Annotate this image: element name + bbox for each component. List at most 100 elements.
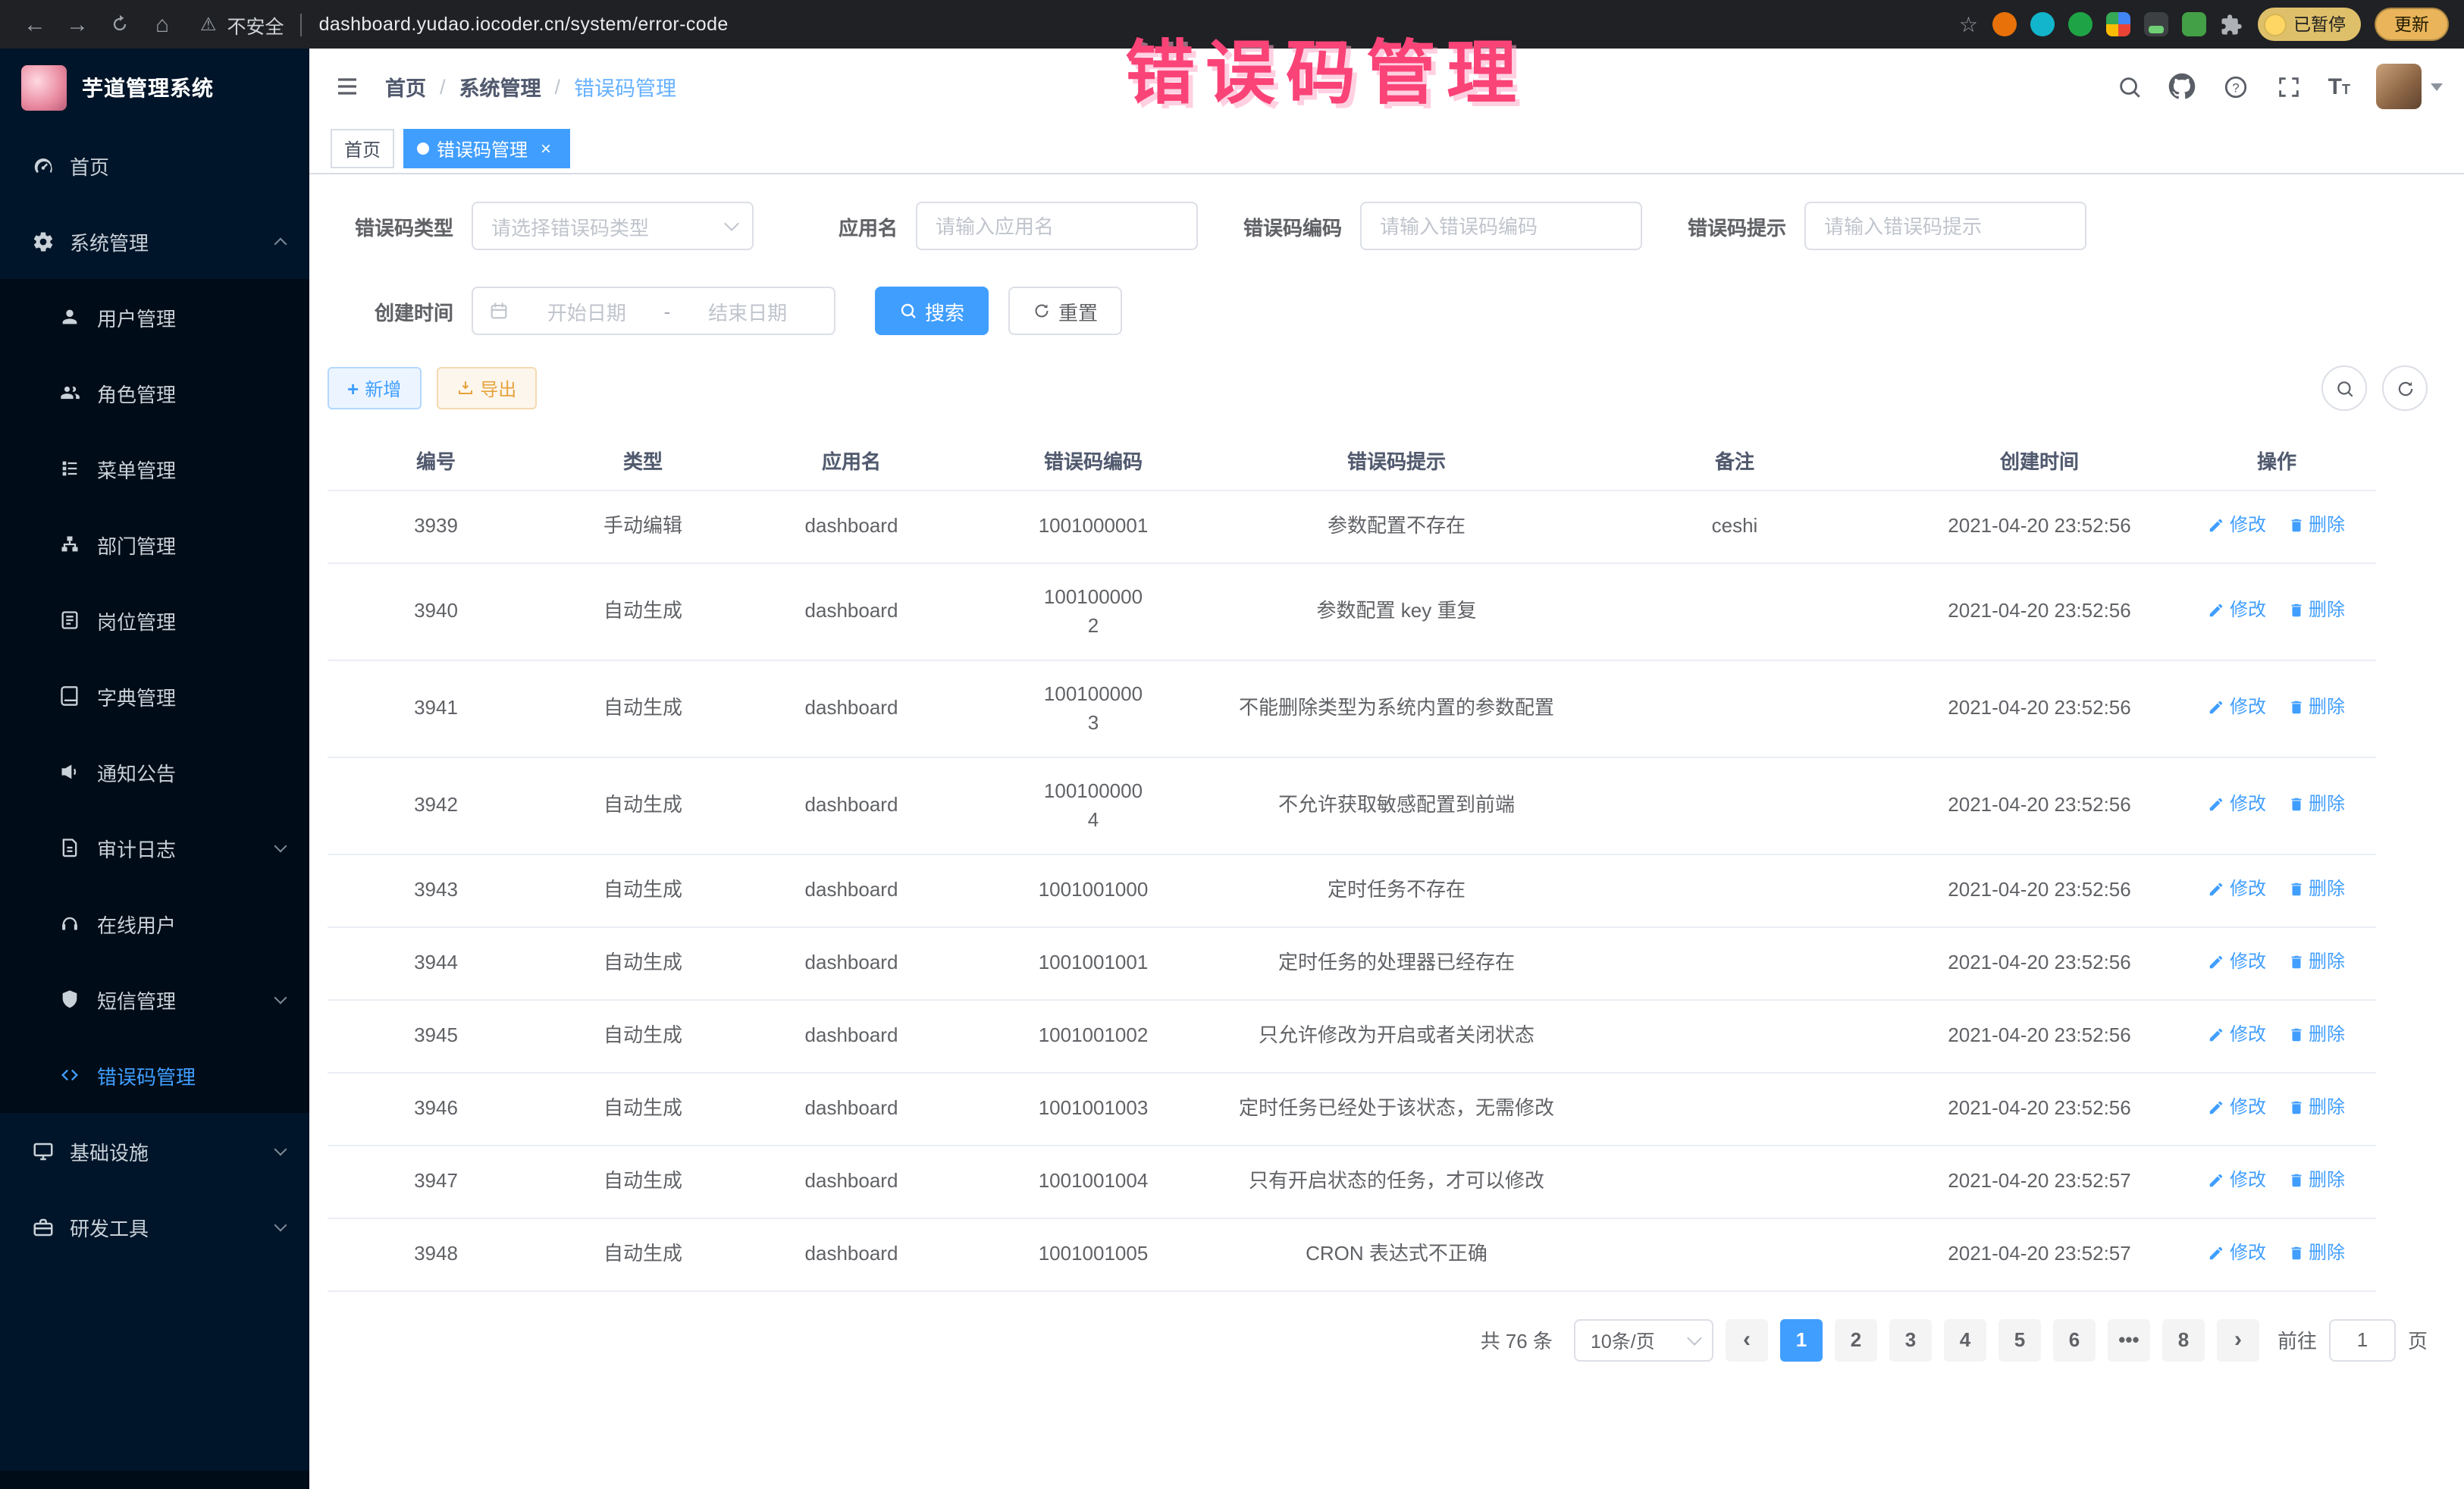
error-code-input[interactable] <box>1360 202 1642 250</box>
edit-link[interactable]: 修改 <box>2209 1093 2266 1121</box>
active-dot-icon <box>417 143 429 155</box>
sidebar-item-error-code-management[interactable]: 错误码管理 <box>0 1037 309 1113</box>
filter-code-label: 错误码编码 <box>1216 212 1342 240</box>
extension-icon[interactable] <box>2143 12 2168 36</box>
edit-link[interactable]: 修改 <box>2209 1239 2266 1266</box>
delete-link[interactable]: 删除 <box>2287 1093 2345 1121</box>
user-avatar[interactable] <box>2376 64 2422 109</box>
sidebar-item-notice[interactable]: 通知公告 <box>0 734 309 810</box>
goto-label: 前往 <box>2277 1325 2317 1354</box>
delete-link[interactable]: 删除 <box>2287 511 2345 538</box>
edit-link[interactable]: 修改 <box>2209 596 2266 623</box>
prev-page-button[interactable]: ‹ <box>1726 1318 1768 1361</box>
page-button-5[interactable]: 5 <box>1998 1318 2041 1361</box>
edit-link[interactable]: 修改 <box>2209 948 2266 975</box>
sidebar-item-infrastructure[interactable]: 基础设施 <box>0 1113 309 1189</box>
toggle-search-icon[interactable] <box>2321 365 2367 411</box>
sidebar-item-dict-management[interactable]: 字典管理 <box>0 658 309 734</box>
sidebar-item-dept-management[interactable]: 部门管理 <box>0 506 309 582</box>
browser-update-button[interactable]: 更新 <box>2375 8 2449 41</box>
sidebar-item-role-management[interactable]: 角色管理 <box>0 355 309 431</box>
delete-link[interactable]: 删除 <box>2287 1020 2345 1048</box>
edit-link[interactable]: 修改 <box>2209 511 2266 538</box>
extensions-puzzle-icon[interactable] <box>2219 12 2243 36</box>
close-icon[interactable]: × <box>535 138 556 159</box>
back-icon[interactable]: ← <box>15 5 55 44</box>
help-icon[interactable]: ? <box>2222 73 2249 100</box>
delete-link[interactable]: 删除 <box>2287 693 2345 720</box>
delete-link[interactable]: 删除 <box>2287 596 2345 623</box>
extension-icon[interactable] <box>2030 12 2054 36</box>
page-button-6[interactable]: 6 <box>2053 1318 2096 1361</box>
user-menu[interactable] <box>2376 64 2443 109</box>
delete-link[interactable]: 删除 <box>2287 1166 2345 1193</box>
table-row: 3947 自动生成 dashboard 1001001004 只有开启状态的任务… <box>328 1145 2376 1218</box>
url-text: dashboard.yudao.iocoder.cn/system/error-… <box>319 14 729 35</box>
chevron-down-icon <box>274 1143 287 1155</box>
extension-icon[interactable] <box>2105 12 2130 36</box>
page-button-2[interactable]: 2 <box>1835 1318 1877 1361</box>
address-bar[interactable]: ⚠ 不安全 dashboard.yudao.iocoder.cn/system/… <box>200 10 729 39</box>
page-button-8[interactable]: 8 <box>2162 1318 2205 1361</box>
page-button-4[interactable]: 4 <box>1944 1318 1986 1361</box>
home-icon[interactable]: ⌂ <box>143 5 182 44</box>
add-button[interactable]: + 新增 <box>328 367 421 409</box>
dashboard-icon <box>30 154 55 177</box>
table-row: 3946 自动生成 dashboard 1001001003 定时任务已经处于该… <box>328 1072 2376 1145</box>
export-button[interactable]: 导出 <box>436 367 536 409</box>
extension-icon[interactable] <box>1992 12 2016 36</box>
goto-page-input[interactable] <box>2329 1318 2396 1361</box>
sidebar-item-home[interactable]: 首页 <box>0 127 309 203</box>
delete-link[interactable]: 删除 <box>2287 948 2345 975</box>
tags-view: 首页 错误码管理 × <box>309 124 2464 174</box>
search-button[interactable]: 搜索 <box>875 287 989 335</box>
monitor-icon <box>30 1139 55 1162</box>
edit-link[interactable]: 修改 <box>2209 875 2266 902</box>
sidebar-item-menu-management[interactable]: 菜单管理 <box>0 431 309 506</box>
bookmark-star-icon[interactable]: ☆ <box>1959 11 1978 37</box>
table-header-row: 编号 类型 应用名 错误码编码 错误码提示 备注 创建时间 操作 <box>328 432 2376 490</box>
reset-button[interactable]: 重置 <box>1008 287 1122 335</box>
forward-icon[interactable]: → <box>58 5 97 44</box>
sidebar-item-sms-management[interactable]: 短信管理 <box>0 961 309 1037</box>
table-row: 3939 手动编辑 dashboard 1001000001 参数配置不存在 c… <box>328 490 2376 563</box>
sidebar-item-system-management[interactable]: 系统管理 <box>0 203 309 279</box>
breadcrumb-separator: / <box>555 75 561 98</box>
date-range-picker[interactable]: 开始日期 - 结束日期 <box>472 287 835 335</box>
profile-paused-chip[interactable]: 已暂停 <box>2257 8 2361 41</box>
github-icon[interactable] <box>2169 73 2196 100</box>
tag-error-code[interactable]: 错误码管理 × <box>403 129 570 168</box>
app-name-input[interactable] <box>916 202 1198 250</box>
breadcrumb-system[interactable]: 系统管理 <box>459 71 541 102</box>
error-hint-input[interactable] <box>1804 202 2086 250</box>
page-button-1[interactable]: 1 <box>1780 1318 1823 1361</box>
error-type-select[interactable]: 请选择错误码类型 <box>472 202 754 250</box>
hamburger-icon[interactable] <box>309 49 385 124</box>
fullscreen-icon[interactable] <box>2275 73 2303 100</box>
tag-home[interactable]: 首页 <box>331 129 394 168</box>
sidebar-item-dev-tools[interactable]: 研发工具 <box>0 1189 309 1265</box>
breadcrumb-home[interactable]: 首页 <box>385 71 426 102</box>
search-icon[interactable] <box>2116 73 2143 100</box>
sidebar-item-audit-log[interactable]: 审计日志 <box>0 810 309 886</box>
edit-link[interactable]: 修改 <box>2209 790 2266 817</box>
extension-icon[interactable] <box>2181 12 2205 36</box>
reload-icon[interactable] <box>100 5 140 44</box>
sidebar-item-online-users[interactable]: 在线用户 <box>0 886 309 961</box>
delete-link[interactable]: 删除 <box>2287 875 2345 902</box>
next-page-button[interactable]: › <box>2217 1318 2259 1361</box>
delete-link[interactable]: 删除 <box>2287 790 2345 817</box>
table-row: 3941 自动生成 dashboard 100100000 3 不能删除类型为系… <box>328 660 2376 757</box>
sidebar-item-user-management[interactable]: 用户管理 <box>0 279 309 355</box>
page-size-select[interactable]: 10条/页 <box>1574 1318 1713 1361</box>
font-size-icon[interactable]: TT <box>2328 74 2350 99</box>
edit-link[interactable]: 修改 <box>2209 1020 2266 1048</box>
edit-link[interactable]: 修改 <box>2209 1166 2266 1193</box>
delete-link[interactable]: 删除 <box>2287 1239 2345 1266</box>
more-pages-button[interactable]: ••• <box>2108 1318 2150 1361</box>
refresh-icon[interactable] <box>2382 365 2428 411</box>
extension-icon[interactable] <box>2067 12 2092 36</box>
sidebar-item-post-management[interactable]: 岗位管理 <box>0 582 309 658</box>
page-button-3[interactable]: 3 <box>1889 1318 1932 1361</box>
edit-link[interactable]: 修改 <box>2209 693 2266 720</box>
